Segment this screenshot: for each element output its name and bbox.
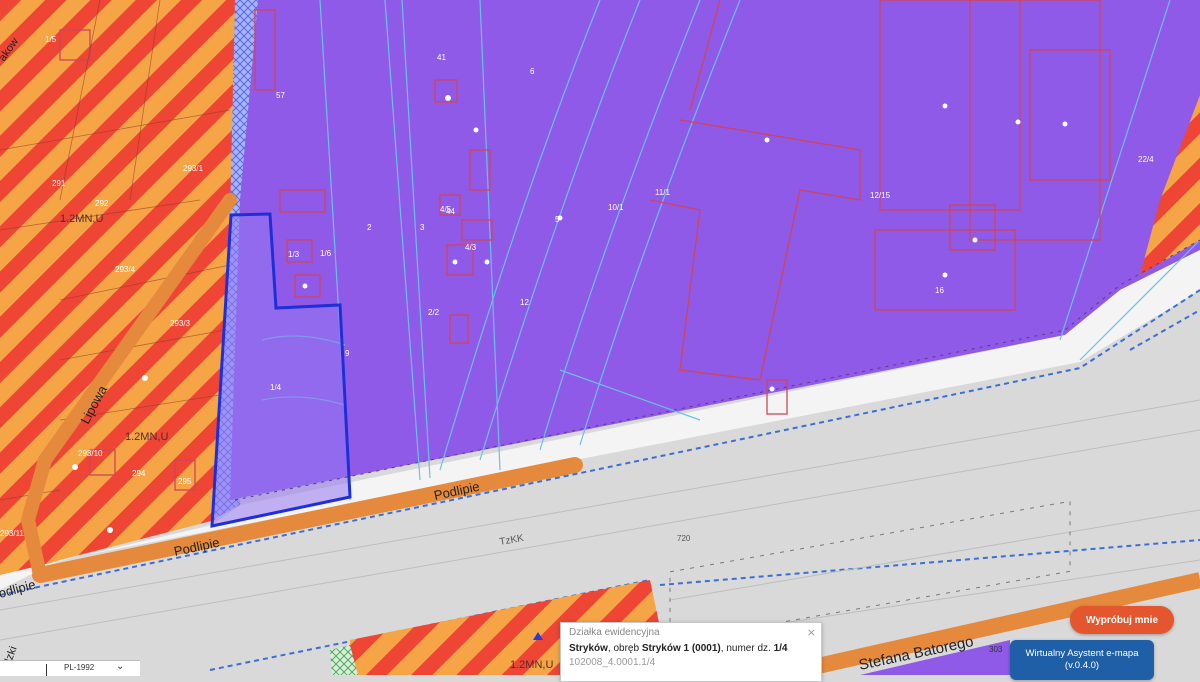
- parcel-number: 293/11: [0, 529, 24, 538]
- parcel-number: 57: [276, 91, 285, 100]
- parcel-number: 1/6: [320, 249, 332, 258]
- parcel-number: 4/3: [465, 243, 477, 252]
- popup-place: Stryków: [569, 643, 608, 654]
- scale-tick: [46, 664, 47, 676]
- parcel-number: 293/10: [78, 449, 103, 458]
- parcel-number: 293/3: [170, 319, 191, 328]
- map-view[interactable]: 1.2MN,U 1.2MN,U 1.2MN,U TzKK Podlipie Po…: [0, 0, 1200, 675]
- parcel-number: 12: [520, 298, 529, 307]
- parcel-number: 294: [132, 469, 146, 478]
- try-me-button[interactable]: Wypróbuj mnie: [1070, 606, 1174, 634]
- parcel-number: 12/15: [870, 191, 891, 200]
- assistant-title: Wirtualny Asystent e-mapa: [1025, 648, 1139, 659]
- popup-title: Działka ewidencyjna: [569, 627, 660, 638]
- chevron-down-icon[interactable]: ⌄: [116, 661, 124, 672]
- parcel-number: 303: [989, 645, 1003, 654]
- parcel-number: 293/1: [183, 164, 204, 173]
- parcel-number: 291: [52, 179, 66, 188]
- assistant-version: (v.0.4.0): [1064, 660, 1100, 671]
- parcel-number: 1/4: [270, 383, 282, 392]
- crs-selected-value: PL-1992: [64, 663, 95, 672]
- parcel-number: 293/4: [115, 265, 136, 274]
- parcel-number: 10/1: [608, 203, 624, 212]
- zone-label: 1.2MN,U: [125, 431, 168, 443]
- close-icon[interactable]: ⨯: [807, 626, 816, 639]
- popup-parcel-identifier: 102008_4.0001.1/4: [569, 657, 656, 668]
- parcel-number: 1/3: [288, 250, 300, 259]
- popup-precinct: Stryków 1 (0001): [641, 643, 721, 654]
- parcel-number: 3: [420, 223, 425, 232]
- parcel-info-popup: Działka ewidencyjna Stryków, obręb Stryk…: [560, 622, 822, 682]
- popup-precinct-prefix: , obręb: [607, 643, 642, 654]
- parcel-number: 2: [367, 223, 372, 232]
- popup-parcel-description: Stryków, obręb Stryków 1 (0001), numer d…: [569, 643, 813, 654]
- crs-selector[interactable]: PL-1992 ⌄: [0, 660, 140, 676]
- parcel-number: 22/4: [1138, 155, 1154, 164]
- parcel-number: 6: [530, 67, 535, 76]
- parcel-number: 16: [935, 286, 944, 295]
- parcel-number: 2/2: [428, 308, 440, 317]
- zone-label: 1.2MN,U: [510, 659, 553, 671]
- popup-number-prefix: , numer dz.: [720, 643, 774, 654]
- zone-label: 1.2MN,U: [60, 213, 103, 225]
- parcel-number: 41: [437, 53, 446, 62]
- parcel-number: 295: [178, 477, 192, 486]
- parcel-number: 1/5: [45, 35, 57, 44]
- map-canvas[interactable]: 1.2MN,U 1.2MN,U 1.2MN,U TzKK Podlipie Po…: [0, 0, 1200, 675]
- popup-parcel-number: 1/4: [773, 643, 788, 654]
- parcel-number: 9: [345, 349, 350, 358]
- parcel-number: 720: [677, 534, 691, 543]
- virtual-assistant-button[interactable]: Wirtualny Asystent e-mapa (v.0.4.0): [1010, 640, 1154, 680]
- parcel-number: 292: [95, 199, 109, 208]
- parcel-number: 44: [446, 207, 455, 216]
- parcel-number: 11/1: [655, 188, 671, 197]
